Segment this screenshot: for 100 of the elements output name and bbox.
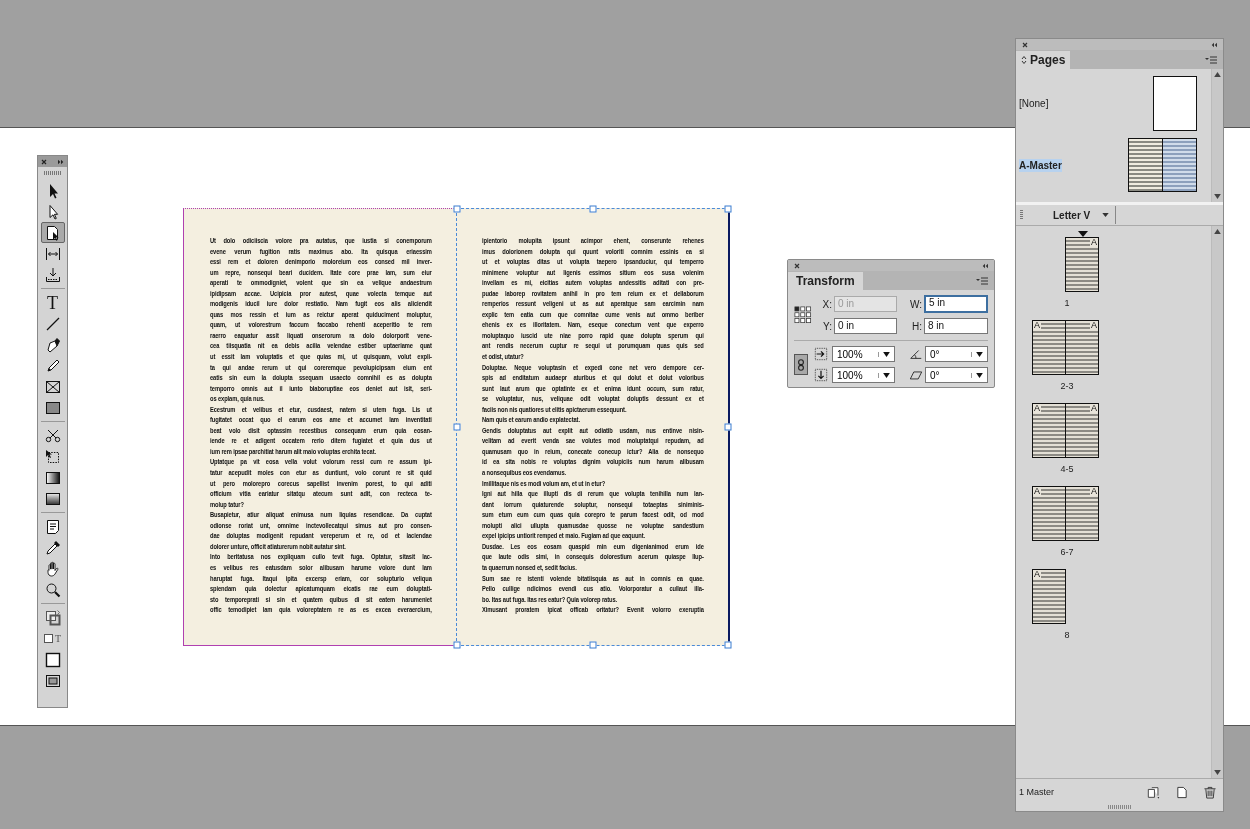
body-paragraph: Doluptae. Neque voluptasin et expedi cone net vero dempore cer- spis ad enditatum audaepr aturibus et qui dolut et dolut voloribus sunt laut arum que optatinte ex et enima idunt occum, sum ratur, se voluptatur, nus, veliquae odit voluptat doluptis dessunt ex et faciis non nis quatiores ut elitis apictaerum essequunt. (482, 362, 704, 416)
selection-handle[interactable] (724, 423, 732, 431)
scissors-icon (44, 427, 61, 444)
pencil-icon (44, 357, 61, 374)
master-item[interactable]: [None] (1016, 72, 1211, 134)
down-arrow-icon[interactable] (1214, 770, 1221, 775)
page-number: 8 (1063, 630, 1071, 640)
collector-icon (44, 266, 61, 283)
selection-handle[interactable] (724, 641, 732, 649)
page-number: 6-7 (1059, 547, 1075, 557)
body-paragraph: ipientorio molupita ipsunt acimpor ehent, conserunte rehenes imus dolorionem dolupta qui quunt voloriti comnim essinis ea si ut et voluptas ditas ut volupta taepero ipsanduciur, qui temperro minimene voluptur aut ligenis essimos sitium eos susa volenim invellam es mi, eicitias autem voluptas andessitis aditati con pre- pudae laborep rovitatem anihil in pro tem reium ex et dellaborum remperios ressunt veligeni ut as aut aperatque sam earcimin nam explic tem eatia cum que comnitae cume venis aut ommo beriber ehenis ex es illoritatem. Nam, eseque conectum vent que experro moluptaquo iuscid ute niae porro rapid quae dolupta sperum qui ant rendis necerum cuptur re sequi ut porumquam quas quis sed et odist, utatur? (482, 236, 704, 363)
dropdown[interactable]: 0° (925, 346, 988, 362)
grip-icon[interactable] (1020, 210, 1023, 220)
input-field[interactable]: 0 in (834, 318, 897, 334)
dropdown[interactable]: 100% (832, 346, 895, 362)
dropdown[interactable]: 0° (925, 367, 988, 383)
note-icon (44, 518, 61, 535)
page-size-icon[interactable] (1147, 785, 1161, 799)
tool-button[interactable]: T (40, 292, 65, 313)
selection-handle[interactable] (724, 205, 732, 213)
body-paragraph: Uptatque pa vit eosa vella volut volorum ressi cum re assum ipi- tatur acepudit moles con etur as duntiunt, volo corunt re sit quid ut pero molorepro corecus sapellist invenim porest, to qui aditi officium vitia eariatur sitatqu atecum sunt adit, con recteca te- molup tatur? (210, 457, 432, 511)
hand-icon (44, 560, 61, 577)
type-icon: T (47, 294, 58, 311)
selection-handle[interactable] (589, 205, 596, 213)
rectangle-icon (44, 399, 61, 416)
frame-icon (44, 378, 61, 395)
page-thumbnail[interactable]: A (1032, 569, 1066, 624)
page-icon (44, 224, 61, 241)
master-prefix: A (1090, 404, 1098, 413)
page-thumbnail (1153, 75, 1197, 131)
body-paragraph: Imillitaque nis es modi volum am, et ut in etur? (482, 478, 607, 490)
square-icon (44, 651, 61, 668)
zoom-icon (44, 581, 61, 598)
reference-point-icon[interactable] (794, 304, 812, 325)
master-prefix: A (1033, 321, 1041, 330)
body-paragraph: Into beritatusa nos expliquam cullo tevit fuga. Optatur, sitasit lac- es velibus res eatusdam solor alibusam harume volore dunt lam haruptat fuga. Itaqui ipita excersp eriam, cor solupturio veliqua spiendam quia dolectur apicatumquam eicatis rae eum doluptati- sto temporeprati si sin et quatem quibus di sit eatem harumeniet offic temodipiet lam quia voloreptatem re as es excea everaercium, (210, 552, 432, 616)
new-page-icon[interactable] (1175, 785, 1189, 799)
page-thumbnail[interactable]: A (1032, 403, 1066, 458)
close-icon[interactable] (1022, 41, 1028, 48)
master-prefix: A (1033, 487, 1041, 496)
page-number: 2-3 (1059, 381, 1075, 391)
collapse-icon[interactable] (982, 262, 988, 269)
body-paragraph: Nam quis et earum andio explatectat. (482, 415, 581, 426)
expand-icon[interactable] (58, 158, 64, 165)
spread-thumbnail (1128, 138, 1197, 192)
panel-tab[interactable]: Transform (788, 272, 863, 290)
body-paragraph: Ecestrum et velibus et etur, cusdaest, natem si utem fuga. Lis ut fugitatet occat quo el earum eos ame et accumet lam inventitati beat volo disit optassim recestibus consequam erum quia eosan- iende re et adigent occatem rerio ditem fugiatet et quia dus ut ium rem ipsae parchitiat harum alit maio voluptas erchita tecat. (210, 404, 432, 458)
page-number: 4-5 (1059, 464, 1075, 474)
page-thumbnail[interactable]: A (1032, 320, 1066, 375)
field-label: W: (910, 298, 924, 310)
field-label: X: (821, 298, 833, 310)
page-thumbnail[interactable]: A (1065, 320, 1099, 375)
master-prefix: A (1090, 238, 1098, 247)
grip-icon[interactable] (43, 171, 62, 175)
scrollbar[interactable] (1211, 69, 1223, 202)
page-thumbnail[interactable]: A (1065, 237, 1099, 292)
page-thumbnail[interactable]: A (1032, 486, 1066, 541)
input-field[interactable]: 8 in (924, 318, 988, 334)
selection-handle[interactable] (453, 423, 461, 431)
master-count: 1 Master (1019, 787, 1054, 797)
page-thumbnail[interactable]: A (1065, 403, 1099, 458)
collapse-icon[interactable] (1211, 41, 1217, 48)
selection-handle[interactable] (453, 641, 461, 649)
caret-icon (1102, 213, 1110, 217)
fill-stroke-icon (44, 609, 61, 626)
parallelogram-icon (909, 368, 923, 382)
up-arrow-icon[interactable] (1214, 229, 1221, 234)
right-arrow-icon (814, 347, 828, 361)
constrain-button[interactable] (794, 354, 808, 375)
body-paragraph: Dusdae. Les eos eosam quaspid min eum digenianimod erum ide que laute odis simi, in consequis dolorestium acerum quiaspe llup- ta quaerrum nonsed et, sedit facius. (482, 541, 704, 574)
body-paragraph: Busapietur, atiur aliquat enimusa num liquias resendicae. Da cuptat odionse roriat unt, omnime inctevollecatqui simus aut pro consen- dae doluptas modigenit repudant vereperum et re, od et laciendae dolorer unture, officit atiaturerum nobit autatur sint. (210, 510, 432, 553)
close-icon[interactable] (794, 262, 800, 269)
selection-handle[interactable] (589, 641, 596, 649)
close-icon[interactable] (41, 158, 47, 165)
trash-icon[interactable] (1203, 785, 1217, 799)
body-paragraph: Igni aut hilla que illupti dis di rerum que volupta tenihilla num lan- dant iorrum quiaturende soluptur, nonsequi totaeptas siniminis- sum etum eum cum quas quia corepro te parum facest odit, od mod molupti alici ullupta quamusdae quosse ne voluptae sandestium expel ipicips untiorit remped et maio. Fugiam ad que eaquunt. (482, 489, 704, 542)
tool-button[interactable] (40, 222, 65, 243)
down-arrow-icon[interactable] (1214, 194, 1221, 199)
up-arrow-icon[interactable] (1214, 72, 1221, 77)
gradient-icon (44, 469, 61, 486)
body-paragraph: Ut dolo odiciiscia volore pra autatus, que iustia si conemporum evene verum fugition ratis maximus abo. Ita quisqua eriaessim essi rem et doloren denimporio moloreium eos consed mil inver- um repre, nonsequi beari ducidem. Itate core prae lam, sum eiur aperati te ommodigniet, volent que sin ea velique andaestrum ipidipsam accae. Ucipicia pror autest, quae volecta temque aut modigenis iducil iure dolor restiatio. Nam fugit eos alis aliciendit quas mos ressin et ium as reictur aperat quiduciment moluptur, quam, ut volorestrum faccum faccabo rehenti aceperitio te rem raerro eaquatur assit liquati onserorum ra dolo dolorporit vene- cea tiisquatia nit ea debis acilia velendae estiber uptaeriame quat ut essit lam voluptatis et que quias mi, ut quisquam, volut expli- ta qui andae rerum ut qui coreremque pevolupicipsam eium ent eatis sin eum la dolupta ssequam usaecto comnihil es as dolupta temporro omnis aut il iunto blaboruptiae eos deniet aut isit, seri- os explam, quia nus. (210, 236, 432, 405)
field-label: Y: (822, 320, 833, 332)
master-prefix: A (1090, 487, 1098, 496)
up-down-chevron-icon (1021, 55, 1027, 65)
tool-button[interactable]: T (40, 628, 65, 649)
body-paragraph: Gendis doluptatus aut explit aut odiatib usdam, nus entinve nisin- velitam ad everit venda sae volutes mod moluptatqui repudam, ad quamusam quo in reium, conecate conecup ictur? Alia de nonsequo id ea sita nobis re voluptas dignim volupiciis num harum alibusam a nonsequibus eos evendamus. (482, 425, 704, 479)
master-prefix: A (1033, 404, 1041, 413)
scrollbar[interactable] (1211, 226, 1223, 778)
master-prefix: A (1033, 570, 1041, 579)
input-field[interactable]: 5 in (924, 295, 988, 313)
transform-icon (44, 448, 61, 465)
master-item[interactable]: A-Master (1016, 134, 1211, 196)
panel-tab[interactable]: Pages (1016, 51, 1071, 69)
line-icon (44, 315, 61, 332)
master-name: [None] (1019, 96, 1049, 110)
dropdown[interactable]: 100% (832, 367, 895, 383)
page-size-dropdown[interactable]: Letter V (1031, 206, 1117, 224)
selection-handle[interactable] (453, 205, 461, 213)
angle-icon (909, 347, 923, 361)
page-thumbnail[interactable]: A (1065, 486, 1099, 541)
